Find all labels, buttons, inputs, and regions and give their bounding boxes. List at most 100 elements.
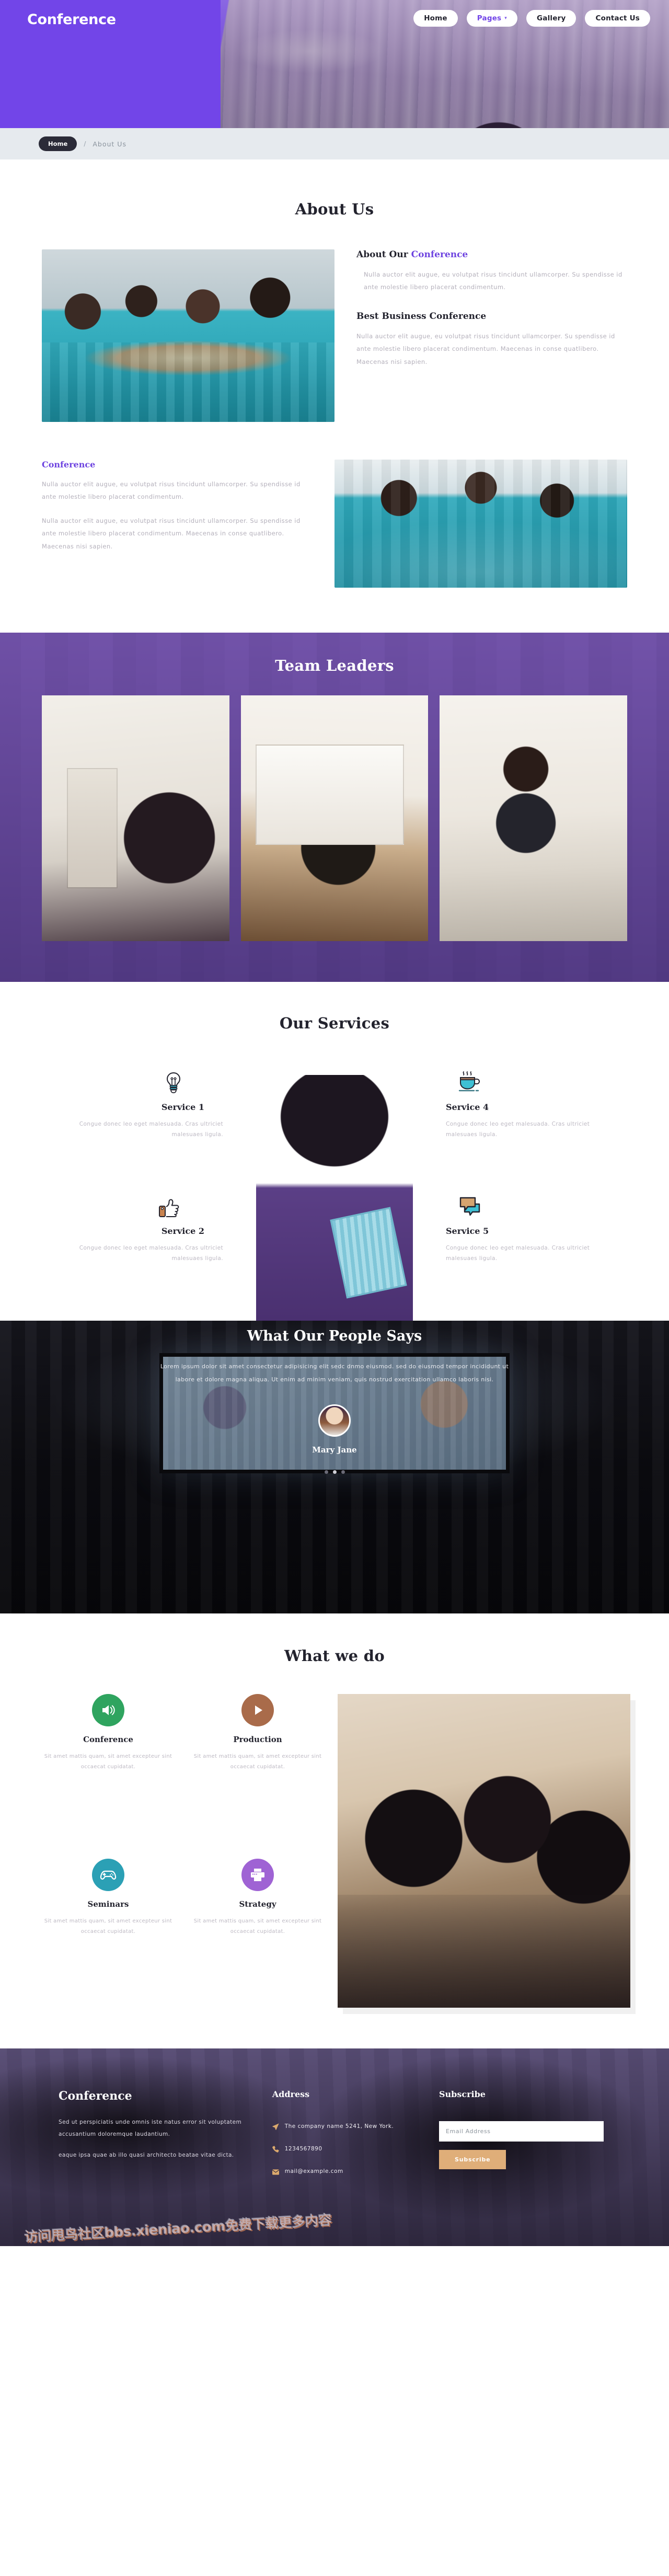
site-logo[interactable]: Conference bbox=[27, 12, 116, 28]
breadcrumb-home-link[interactable]: Home bbox=[39, 136, 77, 151]
about-text-block-1: About Our Conference Nulla auctor elit a… bbox=[356, 249, 627, 368]
nav-label-gallery: Gallery bbox=[537, 14, 566, 22]
nav-label-pages: Pages bbox=[477, 14, 502, 22]
play-icon bbox=[241, 1694, 274, 1726]
about-heading-1-accent: Conference bbox=[411, 249, 468, 260]
wwd-card-strategy: Strategy Sit amet mattis quam, sit amet … bbox=[188, 1859, 327, 1937]
carousel-dot-2[interactable] bbox=[332, 1470, 337, 1474]
wwd-desc-seminars: Sit amet mattis quam, sit amet excepteur… bbox=[44, 1918, 172, 1934]
wwd-title-strategy: Strategy bbox=[239, 1899, 276, 1909]
about-row-1: About Our Conference Nulla auctor elit a… bbox=[42, 249, 627, 422]
about-paragraph-3: Nulla auctor elit augue, eu volutpat ris… bbox=[42, 480, 301, 501]
about-row-2: Conference Nulla auctor elit augue, eu v… bbox=[42, 460, 627, 633]
nav-item-contact-us[interactable]: Contact Us bbox=[585, 10, 650, 27]
footer-email-line[interactable]: mail@example.com bbox=[272, 2166, 420, 2177]
services-left-column: Service 1 Congue donec leo eget malesuad… bbox=[33, 1059, 223, 1264]
team-leaders-title: Team Leaders bbox=[275, 657, 394, 674]
nav-label-contact-us: Contact Us bbox=[595, 14, 640, 22]
location-arrow-icon bbox=[272, 2122, 279, 2132]
chevron-down-icon: ▾ bbox=[504, 15, 507, 21]
about-paragraph-1: Nulla auctor elit augue, eu volutpat ris… bbox=[364, 271, 622, 291]
email-field[interactable] bbox=[439, 2121, 604, 2142]
wwd-title-conference: Conference bbox=[83, 1735, 133, 1744]
carousel-dot-1[interactable] bbox=[324, 1470, 328, 1474]
what-we-do-title: What we do bbox=[284, 1647, 385, 1665]
about-heading-3: Conference bbox=[42, 460, 96, 470]
footer-brand: Conference bbox=[59, 2089, 132, 2103]
service-card-5: Service 5 Congue donec leo eget malesuad… bbox=[446, 1188, 603, 1264]
about-paragraph-4: Nulla auctor elit augue, eu volutpat ris… bbox=[42, 517, 301, 550]
what-we-do-grid: Conference Sit amet mattis quam, sit ame… bbox=[26, 1694, 643, 2008]
footer-address-column: Address The company name 5241, New York.… bbox=[272, 2089, 420, 2189]
footer-about-column: Conference Sed ut perspiciatis unde omni… bbox=[59, 2089, 253, 2189]
nav-item-gallery[interactable]: Gallery bbox=[526, 10, 576, 27]
about-heading-2: Best Business Conference bbox=[356, 311, 487, 322]
team-photo-3[interactable] bbox=[440, 695, 627, 941]
breadcrumb-separator: / bbox=[84, 140, 86, 147]
gamepad-icon bbox=[92, 1859, 124, 1891]
wwd-desc-conference: Sit amet mattis quam, sit amet excepteur… bbox=[44, 1754, 172, 1770]
printer-icon bbox=[241, 1859, 274, 1891]
footer-email-text: mail@example.com bbox=[284, 2168, 343, 2174]
service-1-title: Service 1 bbox=[161, 1102, 204, 1112]
about-paragraph-2: Nulla auctor elit augue, eu volutpat ris… bbox=[356, 333, 615, 365]
about-heading-1-prefix: About Our bbox=[356, 249, 411, 260]
testimonial-title: What Our People Says bbox=[247, 1328, 422, 1344]
main-navigation: Home Pages ▾ Gallery Contact Us bbox=[413, 10, 650, 27]
volunteers-photo bbox=[42, 249, 334, 422]
hero-header: Conference Home Pages ▾ Gallery Contact … bbox=[0, 0, 669, 128]
testimonial-content: What Our People Says Lorem ipsum dolor s… bbox=[0, 1321, 669, 1474]
volunteers-group-photo bbox=[334, 460, 627, 588]
nav-item-pages[interactable]: Pages ▾ bbox=[466, 10, 518, 27]
service-4-title: Service 4 bbox=[446, 1102, 489, 1112]
chat-bubbles-icon bbox=[446, 1188, 603, 1219]
services-right-column: Service 4 Congue donec leo eget malesuad… bbox=[446, 1059, 636, 1264]
wwd-card-production: Production Sit amet mattis quam, sit ame… bbox=[188, 1694, 327, 1772]
service-2-desc: Congue donec leo eget malesuada. Cras ul… bbox=[79, 1244, 223, 1262]
about-heading-1: About Our Conference bbox=[356, 249, 627, 260]
carousel-dot-3[interactable] bbox=[341, 1470, 345, 1474]
nav-item-home[interactable]: Home bbox=[413, 10, 458, 27]
speaker-icon bbox=[92, 1694, 124, 1726]
breadcrumb-current-page: About Us bbox=[93, 140, 126, 148]
about-text-block-2: Conference Nulla auctor elit augue, eu v… bbox=[42, 460, 313, 553]
mail-icon bbox=[272, 2167, 280, 2177]
phone-icon bbox=[272, 2145, 279, 2155]
testimonial-quote: Lorem ipsum dolor sit amet consectetur a… bbox=[160, 1363, 509, 1383]
footer-subscribe-title: Subscribe bbox=[439, 2089, 486, 2099]
lightbulb-icon bbox=[66, 1064, 223, 1095]
testimonial-carousel-dots bbox=[0, 1470, 669, 1474]
footer-address-line: The company name 5241, New York. bbox=[272, 2121, 420, 2132]
wwd-title-seminars: Seminars bbox=[87, 1899, 129, 1909]
what-we-do-section: What we do Conference Sit amet mattis qu… bbox=[0, 1613, 669, 2048]
about-section: About Us About Our Conference Nulla auct… bbox=[0, 159, 669, 633]
footer-about-text-1: Sed ut perspiciatis unde omnis iste natu… bbox=[59, 2119, 242, 2137]
service-5-title: Service 5 bbox=[446, 1226, 489, 1236]
avatar bbox=[318, 1404, 351, 1437]
footer-phone-line[interactable]: 1234567890 bbox=[272, 2144, 420, 2155]
team-photo-1[interactable] bbox=[42, 695, 229, 941]
nav-label-home: Home bbox=[424, 14, 447, 22]
service-4-desc: Congue donec leo eget malesuada. Cras ul… bbox=[446, 1121, 590, 1138]
service-5-desc: Congue donec leo eget malesuada. Cras ul… bbox=[446, 1244, 590, 1262]
testimonial-section: What Our People Says Lorem ipsum dolor s… bbox=[0, 1321, 669, 1613]
watermark-banner: 访问甩鸟社区bbs.xieniao.com免费下载更多内容 bbox=[0, 2209, 669, 2246]
footer-address-text: The company name 5241, New York. bbox=[284, 2123, 394, 2130]
services-center-photo bbox=[233, 1059, 436, 1321]
services-grid: Service 1 Congue donec leo eget malesuad… bbox=[21, 1059, 648, 1321]
subscribe-button[interactable]: Subscribe bbox=[439, 2150, 506, 2169]
team-leaders-section: Team Leaders bbox=[0, 633, 669, 982]
services-title: Our Services bbox=[279, 1014, 390, 1032]
thumbs-up-icon bbox=[66, 1188, 223, 1219]
footer-phone-text: 1234567890 bbox=[284, 2146, 322, 2152]
wwd-desc-production: Sit amet mattis quam, sit amet excepteur… bbox=[193, 1754, 322, 1770]
breadcrumb-bar: Home / About Us bbox=[0, 128, 669, 159]
breadcrumb: Home / About Us bbox=[31, 136, 638, 151]
services-section: Our Services Service 1 Congue donec leo … bbox=[0, 982, 669, 1321]
wwd-title-production: Production bbox=[233, 1735, 282, 1744]
footer-about-text-2: eaque ipsa quae ab illo quasi architecto… bbox=[59, 2152, 234, 2159]
footer-columns: Conference Sed ut perspiciatis unde omni… bbox=[31, 2089, 638, 2189]
service-2-title: Service 2 bbox=[161, 1226, 204, 1236]
team-photo-2[interactable] bbox=[240, 695, 429, 941]
team-leaders-gallery bbox=[31, 695, 638, 941]
